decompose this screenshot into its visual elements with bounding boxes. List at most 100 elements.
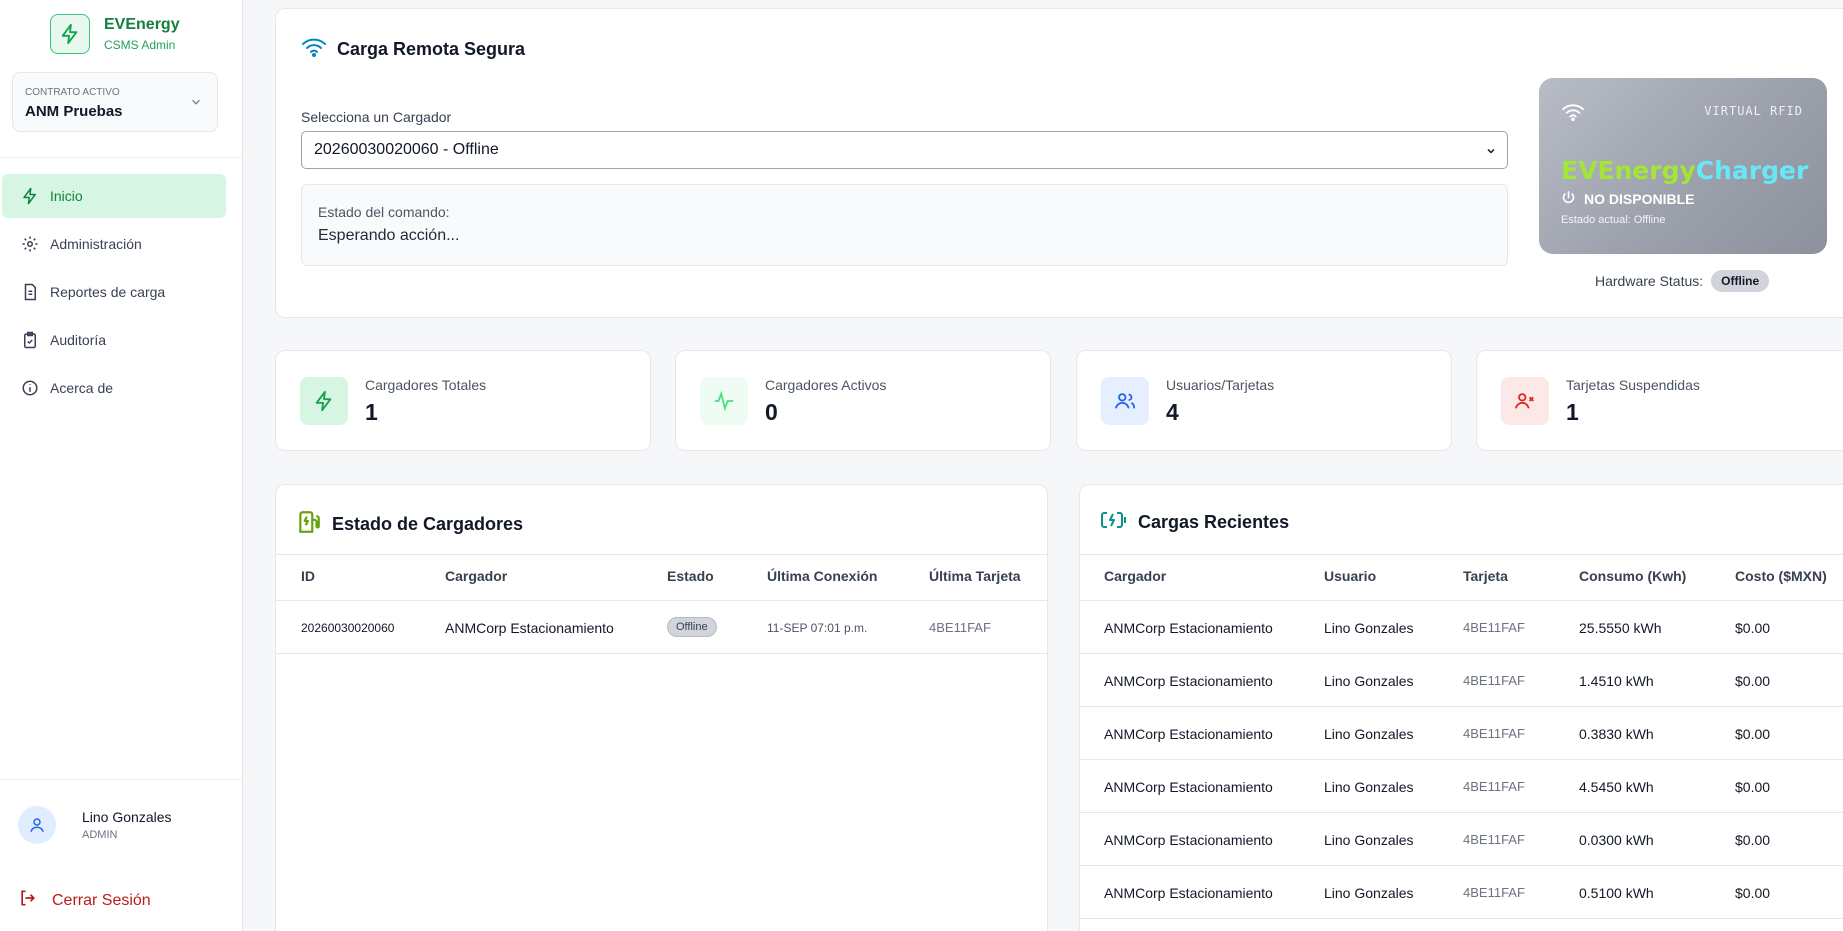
rfid-state: Estado actual: Offline [1561,214,1666,226]
sidebar-item-label: Auditoría [50,332,107,348]
divider [0,779,243,780]
cell-user: Lino Gonzales [1324,779,1414,795]
remote-charge-title: Carga Remota Segura [301,36,525,63]
sidebar-item-label: Reportes de carga [50,284,166,300]
charger-select-label: Selecciona un Cargador [301,109,452,125]
table-row[interactable]: ANMCorp Estacionamiento Lino Gonzales 4B… [1080,866,1843,919]
column-header[interactable]: Última Conexión [767,568,877,584]
column-header[interactable]: ID [301,568,315,584]
column-header[interactable]: Última Tarjeta [929,568,1021,584]
sidebar-item-reportes[interactable]: Reportes de carga [2,270,226,314]
stat-label: Cargadores Totales [365,377,487,393]
table-row[interactable]: ANMCorp Estacionamiento Lino Gonzales 4B… [1080,760,1843,813]
column-header[interactable]: Costo ($MXN) [1735,568,1827,584]
user-role: ADMIN [82,829,118,841]
column-header[interactable]: Estado [667,568,714,584]
cell-card: 4BE11FAF [1463,779,1525,794]
cell-charger: ANMCorp Estacionamiento [1104,726,1273,742]
cell-consumption: 0.3830 kWh [1579,726,1654,742]
hardware-status-label: Hardware Status: [1595,273,1704,289]
cell-card: 4BE11FAF [1463,726,1525,741]
contract-selector[interactable]: CONTRATO ACTIVO ANM Pruebas [12,72,218,132]
charger-select[interactable]: 20260030020060 - Offline [301,131,1508,169]
contract-label: CONTRATO ACTIVO [25,87,120,98]
cell-last-connection: 11-SEP 07:01 p.m. [767,621,868,635]
virtual-rfid-card[interactable]: VIRTUAL RFID EVEnergyCharger NO DISPONIB… [1539,78,1827,254]
brand-name: EVEnergy [104,16,180,33]
sidebar-item-administracion[interactable]: Administración [2,222,226,266]
stat-value: 4 [1166,399,1179,425]
cell-user: Lino Gonzales [1324,885,1414,901]
table-row[interactable]: ANMCorp Estacionamiento Lino Gonzales 4B… [1080,654,1843,707]
stat-value: 1 [1566,399,1579,425]
cell-cost: $0.00 [1735,779,1771,795]
bolt-icon [300,377,348,425]
users-icon [1101,377,1149,425]
cell-user: Lino Gonzales [1324,673,1414,689]
activity-icon [700,377,748,425]
cell-cost: $0.00 [1735,673,1771,689]
fuel-station-icon [296,509,322,540]
cell-charger: ANMCorp Estacionamiento [1104,620,1273,636]
cell-consumption: 25.5550 kWh [1579,620,1662,636]
status-badge: Offline [667,617,717,637]
table-row[interactable]: ANMCorp Estacionamiento Lino Gonzales 4B… [1080,813,1843,866]
charger-status-title-text: Estado de Cargadores [332,514,524,534]
cell-id: 20260030020060 [301,621,395,635]
column-header[interactable]: Usuario [1324,568,1376,584]
cell-cost: $0.00 [1735,885,1771,901]
table-row[interactable]: 20260030020060 ANMCorp Estacionamiento O… [276,601,1047,654]
column-header[interactable]: Cargador [1104,568,1166,584]
charger-status-card: Estado de Cargadores ID Cargador Estado … [275,484,1048,931]
rfid-brand-b: Charger [1695,156,1809,185]
divider [1080,554,1843,555]
stat-value: 1 [365,399,378,425]
cell-charger: ANMCorp Estacionamiento [1104,779,1273,795]
sidebar-item-label: Inicio [50,188,83,204]
wifi-icon [301,36,327,63]
wifi-icon [1561,102,1585,127]
table-row[interactable]: ANMCorp Estacionamiento Lino Gonzales 4B… [1080,707,1843,760]
command-status-label: Estado del comando: [318,204,450,220]
cell-consumption: 0.0300 kWh [1579,832,1654,848]
cell-consumption: 1.4510 kWh [1579,673,1654,689]
battery-charging-icon [1100,509,1128,536]
avatar [18,806,56,844]
user-name: Lino Gonzales [82,809,172,825]
stat-label: Usuarios/Tarjetas [1166,377,1275,393]
stat-card-users-cards: Usuarios/Tarjetas 4 [1076,350,1452,451]
column-header[interactable]: Cargador [445,568,507,584]
user-profile[interactable]: Lino Gonzales ADMIN [18,806,172,844]
cell-cost: $0.00 [1735,726,1771,742]
cell-charger: ANMCorp Estacionamiento [445,620,614,636]
sidebar-item-inicio[interactable]: Inicio [2,174,226,218]
divider [276,554,1047,555]
user-x-icon [1501,377,1549,425]
cell-consumption: 0.5100 kWh [1579,885,1654,901]
brand[interactable]: EVEnergy CSMS Admin [50,14,180,54]
hardware-status: Hardware Status: Offline [1595,270,1770,292]
chevron-down-icon [189,95,203,114]
cell-card: 4BE11FAF [1463,673,1525,688]
bolt-icon [20,186,40,206]
table-row[interactable]: ANMCorp Estacionamiento Lino Gonzales 4B… [1080,601,1843,654]
sidebar-item-acerca[interactable]: Acerca de [2,366,226,410]
column-header[interactable]: Consumo (Kwh) [1579,568,1686,584]
stat-value: 0 [765,399,778,425]
chevron-down-icon [1485,144,1497,162]
rfid-status: NO DISPONIBLE [1561,190,1694,208]
sidebar-item-auditoria[interactable]: Auditoría [2,318,226,362]
column-header[interactable]: Tarjeta [1463,568,1508,584]
info-icon [20,378,40,398]
bolt-icon [50,14,90,54]
recent-charges-title-text: Cargas Recientes [1138,512,1290,532]
cell-last-card: 4BE11FAF [929,620,991,635]
gear-icon [20,234,40,254]
logout-button[interactable]: Cerrar Sesión [18,888,151,913]
cell-cost: $0.00 [1735,620,1771,636]
stat-card-suspended-cards: Tarjetas Suspendidas 1 [1476,350,1843,451]
clipboard-check-icon [20,330,40,350]
cell-charger: ANMCorp Estacionamiento [1104,673,1273,689]
brand-subtitle: CSMS Admin [104,38,176,52]
remote-title-text: Carga Remota Segura [337,39,526,59]
